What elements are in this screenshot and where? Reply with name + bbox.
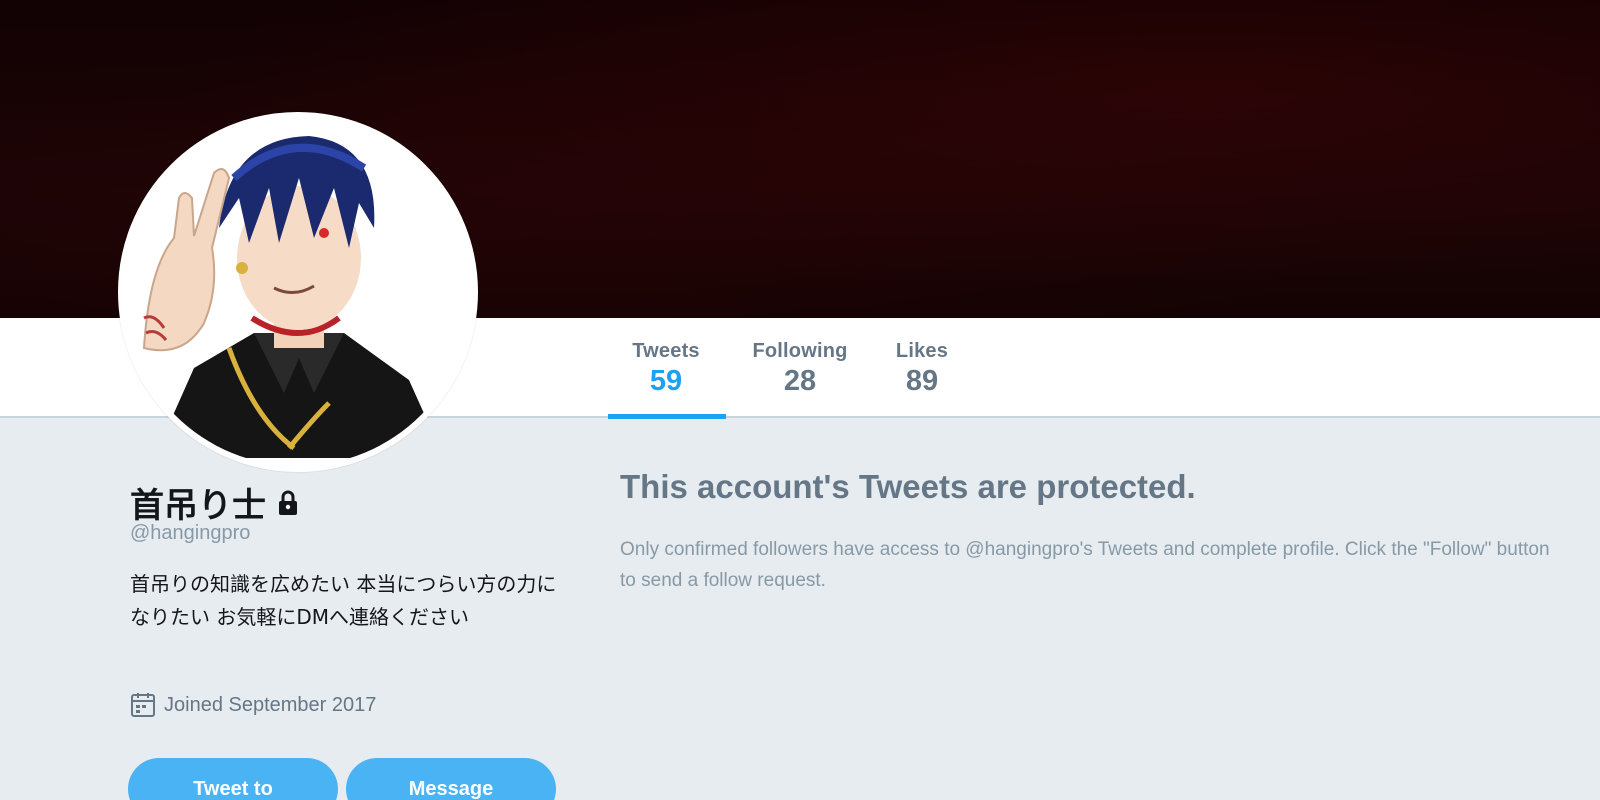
tab-following-label: Following	[752, 340, 848, 362]
profile-page: Tweets 59 Following 28 Likes 89 首吊り士 @ha…	[0, 0, 1600, 800]
protected-description: Only confirmed followers have access to …	[620, 539, 1550, 591]
tweet-to-button[interactable]: Tweet to	[128, 758, 338, 800]
message-button[interactable]: Message	[346, 758, 556, 800]
avatar-illustration	[124, 118, 472, 466]
tab-likes-label: Likes	[895, 340, 949, 362]
joined-text: Joined September 2017	[164, 693, 377, 716]
tab-tweets[interactable]: Tweets 59	[608, 340, 724, 398]
protected-title: This account's Tweets are protected.	[620, 468, 1196, 505]
calendar-icon	[131, 693, 155, 717]
tab-following[interactable]: Following 28	[740, 340, 860, 398]
active-tab-indicator	[608, 414, 726, 419]
tab-following-count: 28	[783, 365, 817, 397]
avatar[interactable]	[118, 112, 478, 472]
tab-tweets-count: 59	[649, 365, 683, 397]
joined-date: Joined September 2017	[130, 692, 376, 718]
profile-bio: 首吊りの知識を広めたい 本当につらい方の力になりたい お気軽にDMへ連絡ください	[130, 572, 557, 629]
profile-handle[interactable]: @hangingpro	[130, 522, 250, 545]
tab-tweets-label: Tweets	[632, 340, 700, 362]
profile-name-row: 首吊り士	[130, 478, 300, 527]
tab-likes-count: 89	[905, 365, 939, 397]
tab-likes[interactable]: Likes 89	[872, 340, 972, 398]
profile-name[interactable]: 首吊り士	[130, 478, 266, 527]
lock-icon	[279, 490, 297, 515]
